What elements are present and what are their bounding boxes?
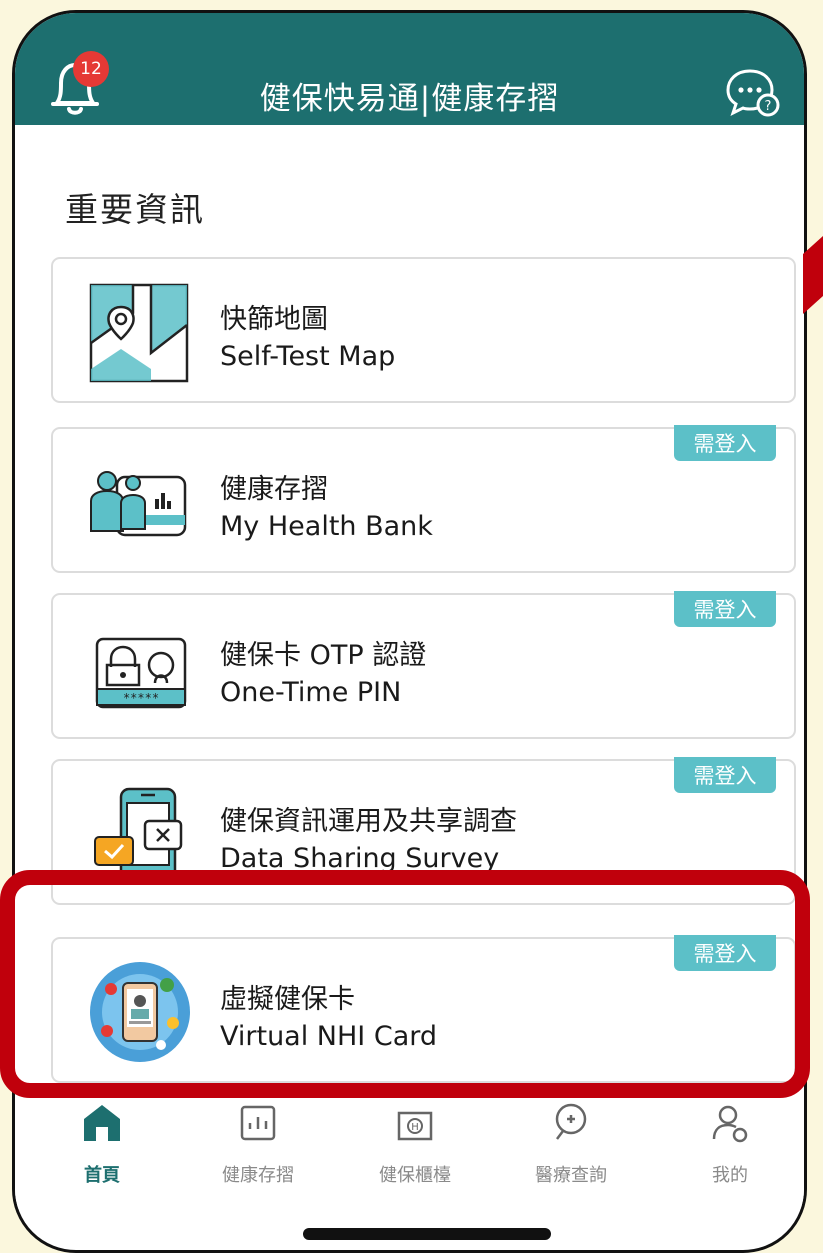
- counter-icon: H: [397, 1111, 433, 1141]
- profile-settings-icon: [712, 1105, 748, 1143]
- chat-help-icon[interactable]: ?: [724, 63, 780, 117]
- medical-search-icon: [555, 1103, 587, 1140]
- home-icon: [84, 1105, 120, 1141]
- tab-profile[interactable]: 我的: [670, 1099, 790, 1187]
- map-pin-icon: [89, 283, 189, 383]
- tab-medical-search[interactable]: 醫療查詢: [511, 1099, 631, 1187]
- section-title: 重要資訊: [65, 190, 205, 229]
- card-title-zh: 快篩地圖: [220, 304, 328, 335]
- svg-text:*****: *****: [123, 691, 159, 705]
- tab-label: 醫療查詢: [535, 1165, 607, 1186]
- card-title-en: My Health Bank: [220, 511, 433, 542]
- tab-label: 健康存摺: [222, 1165, 294, 1186]
- annotation-arrow-icon: [803, 236, 823, 314]
- login-required-tag: 需登入: [674, 757, 776, 793]
- home-indicator[interactable]: [303, 1228, 551, 1240]
- card-title-en: Self-Test Map: [220, 341, 396, 372]
- card-otp-auth[interactable]: 需登入 ***** 健保卡 OTP 認證 One-Time PIN: [51, 591, 796, 739]
- app-title: 健保快易通|健康存摺: [259, 81, 560, 117]
- card-my-health-bank[interactable]: 需登入 健康存摺 My Health Bank: [51, 425, 796, 573]
- lock-id-icon: *****: [95, 637, 187, 709]
- tab-label: 首頁: [84, 1165, 120, 1186]
- card-title-en: One-Time PIN: [220, 677, 402, 708]
- health-bank-icon: [90, 471, 187, 537]
- card-title-zh: 健保卡 OTP 認證: [220, 640, 427, 671]
- card-title-zh: 健康存摺: [220, 474, 328, 505]
- card-self-test-map[interactable]: 快篩地圖 Self-Test Map: [51, 257, 796, 403]
- tab-counter[interactable]: H 健保櫃檯: [355, 1099, 475, 1187]
- tab-label: 健保櫃檯: [379, 1165, 451, 1186]
- svg-text:H: H: [411, 1122, 419, 1133]
- app-header: 12 健保快易通|健康存摺 ?: [15, 13, 804, 125]
- health-bank-tab-icon: [240, 1105, 276, 1141]
- login-required-tag: 需登入: [674, 591, 776, 627]
- highlight-annotation: [0, 870, 810, 1098]
- svg-text:?: ?: [765, 99, 772, 114]
- card-title-zh: 健保資訊運用及共享調查: [220, 806, 517, 837]
- login-required-tag: 需登入: [674, 425, 776, 461]
- tab-home[interactable]: 首頁: [42, 1099, 162, 1187]
- tab-health-bank[interactable]: 健康存摺: [198, 1099, 318, 1187]
- bottom-tab-bar: 首頁 健康存摺 H 健保櫃檯 醫療查詢 我的: [15, 1099, 804, 1209]
- tab-label: 我的: [712, 1165, 748, 1186]
